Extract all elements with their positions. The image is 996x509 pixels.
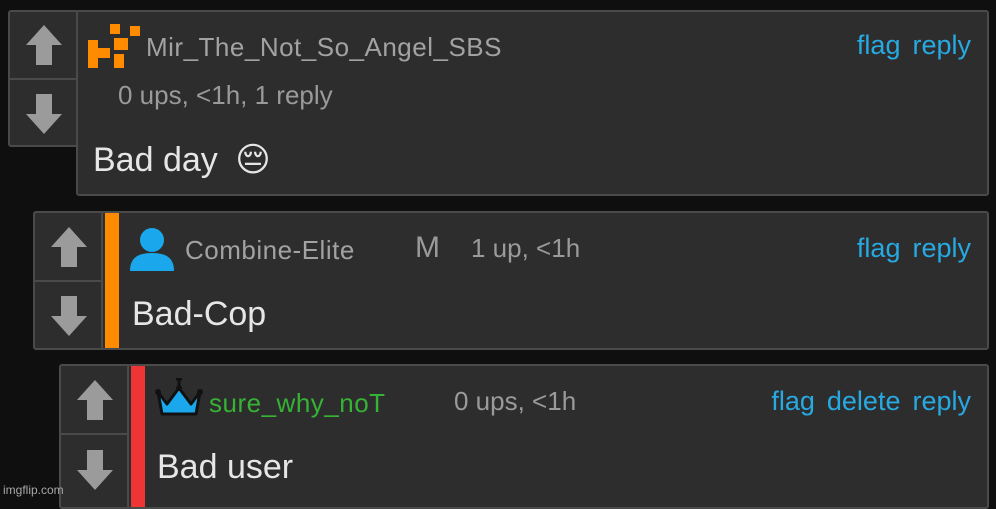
delete-link[interactable]: delete	[827, 386, 901, 417]
comment-meta: 0 ups, <1h	[454, 386, 576, 417]
downvote-button[interactable]	[10, 78, 78, 147]
upvote-button[interactable]	[35, 213, 103, 280]
username[interactable]: sure_why_noT	[209, 388, 386, 419]
downvote-button[interactable]	[35, 280, 103, 350]
comment-actions: flag reply	[857, 30, 971, 61]
vote-box	[59, 364, 131, 509]
upvote-button[interactable]	[10, 12, 78, 78]
upvote-button[interactable]	[61, 366, 129, 433]
comment-card: Mir_The_Not_So_Angel_SBS flag reply 0 up…	[76, 10, 989, 196]
comment-card: Combine-Elite M 1 up, <1h flag reply Bad…	[101, 211, 989, 350]
pensive-face-emoji: 😔	[235, 141, 270, 179]
comment-text: Bad day	[93, 141, 218, 179]
watermark: imgflip.com	[3, 483, 64, 497]
comment-card: sure_why_noT 0 ups, <1h flag delete repl…	[127, 364, 989, 509]
arrow-up-icon	[24, 23, 64, 67]
reply-link[interactable]: reply	[912, 30, 971, 61]
flag-link[interactable]: flag	[857, 30, 901, 61]
arrow-down-icon	[24, 92, 64, 136]
comment-body: Bad user	[157, 448, 293, 487]
thread-bar	[105, 213, 119, 348]
reply-link[interactable]: reply	[912, 233, 971, 264]
downvote-button[interactable]	[61, 433, 129, 505]
comment-meta: 1 up, <1h	[471, 233, 580, 264]
comment-body: Bad day 😔	[93, 140, 271, 180]
crown-icon	[155, 378, 203, 418]
arrow-down-icon	[49, 294, 89, 338]
user-icon	[129, 227, 175, 271]
comment-body: Bad-Cop	[132, 295, 266, 334]
moderator-badge: M	[415, 231, 440, 265]
arrow-down-icon	[75, 448, 115, 492]
thread-bar	[131, 366, 145, 507]
flag-link[interactable]: flag	[857, 233, 901, 264]
pixel-icon	[88, 20, 142, 70]
username[interactable]: Mir_The_Not_So_Angel_SBS	[146, 32, 502, 63]
comment-meta: 0 ups, <1h, 1 reply	[118, 80, 333, 111]
arrow-up-icon	[49, 225, 89, 269]
flag-link[interactable]: flag	[771, 386, 815, 417]
arrow-up-icon	[75, 378, 115, 422]
vote-box	[33, 211, 105, 350]
username[interactable]: Combine-Elite	[185, 235, 355, 266]
vote-box	[8, 10, 80, 147]
comment-actions: flag reply	[857, 233, 971, 264]
reply-link[interactable]: reply	[912, 386, 971, 417]
comment-actions: flag delete reply	[771, 386, 971, 417]
